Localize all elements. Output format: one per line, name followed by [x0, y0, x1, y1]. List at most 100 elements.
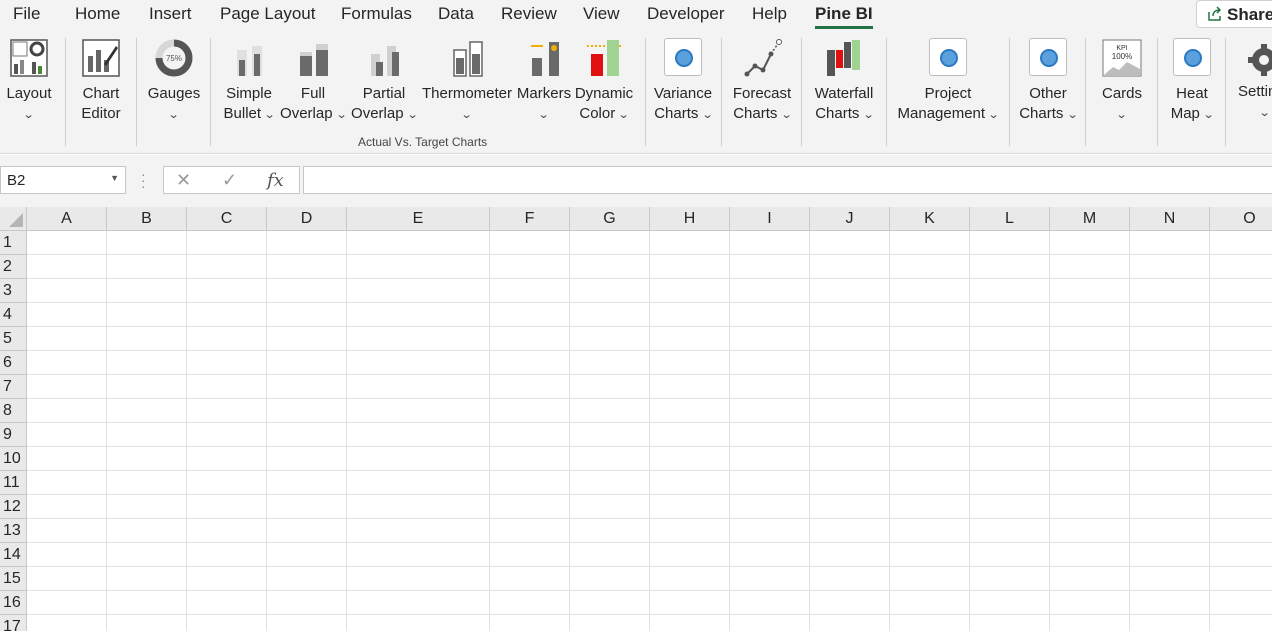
more-options-icon[interactable]: · · ·	[141, 167, 146, 193]
ribbon: Layout ⌄ Chart Editor 75% Gauges ⌄ Simpl…	[0, 30, 1272, 154]
ribbon-separator	[801, 38, 802, 146]
chart-editor-button[interactable]: Chart Editor	[76, 36, 126, 124]
tab-file[interactable]: File	[13, 4, 40, 24]
column-header-l[interactable]: L	[970, 207, 1050, 231]
column-header-k[interactable]: K	[890, 207, 970, 231]
row-header-4[interactable]: 4	[0, 303, 27, 327]
column-gridline	[266, 231, 267, 631]
ribbon-separator	[721, 38, 722, 146]
column-gridline	[969, 231, 970, 631]
check-icon[interactable]: ✓	[222, 170, 237, 191]
chevron-down-icon: ⌄	[406, 109, 419, 121]
heat-map-button[interactable]: Heat Map ⌄	[1166, 36, 1218, 125]
simple-bullet-button[interactable]: Simple Bullet ⌄	[222, 36, 276, 125]
row-header-14[interactable]: 14	[0, 543, 27, 567]
column-header-n[interactable]: N	[1130, 207, 1210, 231]
name-box[interactable]: B2 ▼	[0, 166, 126, 194]
variance-charts-button[interactable]: Variance Charts ⌄	[652, 36, 714, 125]
layout-label: Layout	[6, 85, 52, 102]
ribbon-separator	[1225, 38, 1226, 146]
select-all-button[interactable]	[0, 207, 27, 231]
full-overlap-button[interactable]: Full Overlap ⌄	[280, 36, 348, 125]
partial-overlap-icon	[363, 36, 405, 82]
chevron-down-icon: ⌄	[862, 109, 875, 121]
cards-button[interactable]: KPI 100% Cards ⌄	[1096, 36, 1148, 125]
tab-developer[interactable]: Developer	[647, 4, 725, 24]
row-header-9[interactable]: 9	[0, 423, 27, 447]
row-header-12[interactable]: 12	[0, 495, 27, 519]
ribbon-separator	[1085, 38, 1086, 146]
column-gridline	[346, 231, 347, 631]
column-header-h[interactable]: H	[650, 207, 730, 231]
row-header-1[interactable]: 1	[0, 231, 27, 255]
thermometer-button[interactable]: Thermometer ⌄	[421, 36, 513, 125]
formula-input[interactable]	[303, 166, 1272, 194]
row-header-3[interactable]: 3	[0, 279, 27, 303]
share-button[interactable]: Share	[1196, 0, 1272, 28]
row-header-13[interactable]: 13	[0, 519, 27, 543]
column-header-a[interactable]: A	[27, 207, 107, 231]
row-header-6[interactable]: 6	[0, 351, 27, 375]
row-header-11[interactable]: 11	[0, 471, 27, 495]
ribbon-separator	[65, 38, 66, 146]
dynamic-color-button[interactable]: Dynamic Color ⌄	[573, 36, 635, 125]
project-management-button[interactable]: Project Management ⌄	[896, 36, 1000, 125]
column-header-c[interactable]: C	[187, 207, 267, 231]
column-header-d[interactable]: D	[267, 207, 347, 231]
tab-home[interactable]: Home	[75, 4, 120, 24]
full-overlap-label-2: Overlap	[280, 105, 333, 122]
chevron-down-icon: ⌄	[461, 109, 473, 121]
row-header-7[interactable]: 7	[0, 375, 27, 399]
dropdown-arrow-icon[interactable]: ▼	[110, 173, 119, 183]
variance-charts-icon	[662, 38, 704, 82]
tab-formulas[interactable]: Formulas	[341, 4, 412, 24]
row-header-16[interactable]: 16	[0, 591, 27, 615]
waterfall-charts-button[interactable]: Waterfall Charts ⌄	[810, 36, 878, 125]
row-header-2[interactable]: 2	[0, 255, 27, 279]
settings-label: Settin	[1238, 83, 1272, 100]
column-header-o[interactable]: O	[1210, 207, 1272, 231]
chevron-down-icon: ⌄	[335, 109, 348, 121]
layout-button[interactable]: Layout ⌄	[4, 36, 54, 125]
chart-editor-label-2: Editor	[81, 105, 121, 122]
tab-data[interactable]: Data	[438, 4, 474, 24]
column-gridline	[489, 231, 490, 631]
tab-review[interactable]: Review	[501, 4, 557, 24]
formula-buttons: ✕ ✓ fx	[163, 166, 300, 194]
cancel-icon[interactable]: ✕	[176, 170, 191, 191]
markers-button[interactable]: Markers ⌄	[516, 36, 572, 125]
column-header-b[interactable]: B	[107, 207, 187, 231]
chevron-down-icon: ⌄	[263, 109, 276, 121]
tab-view[interactable]: View	[583, 4, 620, 24]
tab-help[interactable]: Help	[752, 4, 787, 24]
other-charts-button[interactable]: Other Charts ⌄	[1017, 36, 1079, 125]
simple-bullet-icon	[228, 36, 270, 82]
chevron-down-icon: ⌄	[1202, 109, 1215, 121]
simple-bullet-label-1: Simple	[226, 85, 272, 102]
heat-map-icon	[1171, 38, 1213, 82]
column-header-m[interactable]: M	[1050, 207, 1130, 231]
formula-bar: B2 ▼ · · · ✕ ✓ fx	[0, 155, 1272, 207]
tab-page-layout[interactable]: Page Layout	[220, 4, 315, 24]
column-gridline	[186, 231, 187, 631]
project-management-label-2: Management	[897, 105, 986, 122]
column-header-e[interactable]: E	[347, 207, 490, 231]
markers-label: Markers	[516, 85, 572, 102]
column-header-f[interactable]: F	[490, 207, 570, 231]
row-header-15[interactable]: 15	[0, 567, 27, 591]
insert-function-icon[interactable]: fx	[267, 170, 284, 191]
column-header-j[interactable]: J	[810, 207, 890, 231]
tab-insert[interactable]: Insert	[149, 4, 192, 24]
thermometer-icon	[446, 36, 488, 82]
row-header-10[interactable]: 10	[0, 447, 27, 471]
row-header-8[interactable]: 8	[0, 399, 27, 423]
row-header-5[interactable]: 5	[0, 327, 27, 351]
row-header-17[interactable]: 17	[0, 615, 27, 631]
column-header-i[interactable]: I	[730, 207, 810, 231]
settings-button[interactable]: Settin ⌄	[1236, 36, 1272, 123]
forecast-charts-button[interactable]: Forecast Charts ⌄	[730, 36, 794, 125]
tab-pine-bi[interactable]: Pine BI	[815, 4, 873, 29]
gauges-button[interactable]: 75% Gauges ⌄	[146, 36, 202, 125]
partial-overlap-button[interactable]: Partial Overlap ⌄	[350, 36, 418, 125]
column-header-g[interactable]: G	[570, 207, 650, 231]
